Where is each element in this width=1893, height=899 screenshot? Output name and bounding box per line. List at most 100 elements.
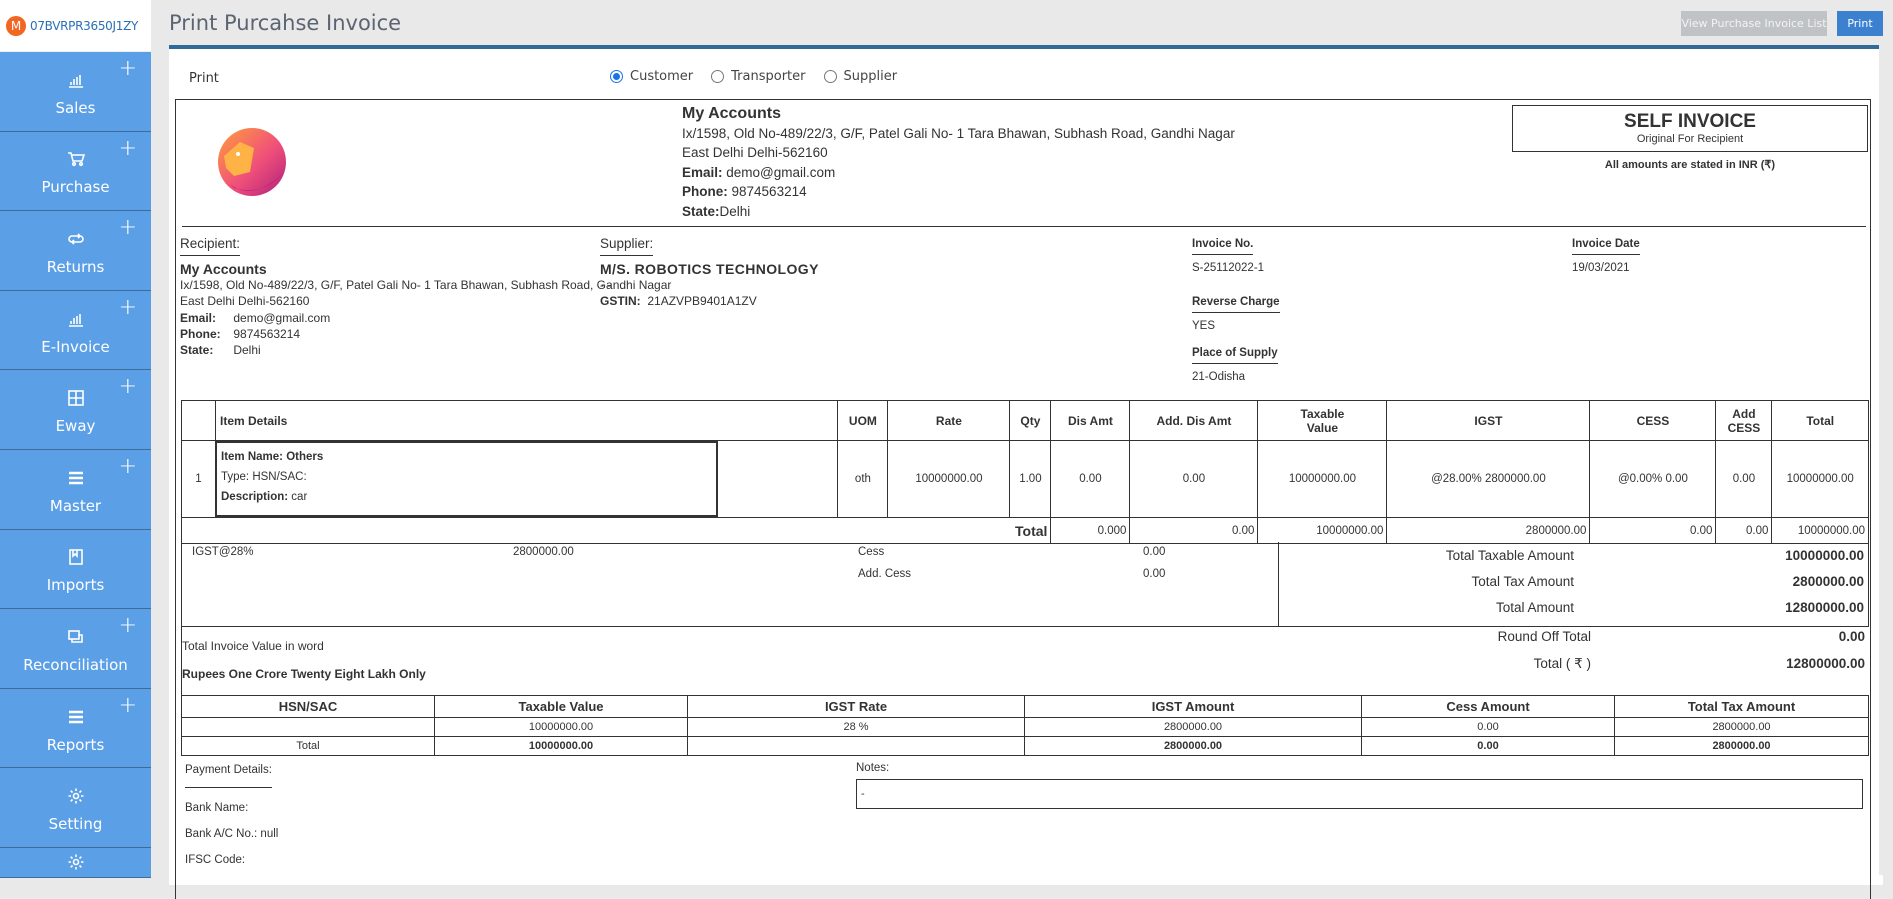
hsn-cell: 10000000.00: [434, 717, 688, 737]
recipient-phone: 9874563214: [233, 327, 301, 341]
total-taxable-value: 10000000.00: [1257, 517, 1388, 544]
sidebar-item-reconciliation[interactable]: Reconciliation +: [0, 609, 151, 689]
hsn-col-igst-amount: IGST Amount: [1024, 695, 1362, 718]
sidebar-item-sales[interactable]: Sales +: [0, 52, 151, 132]
add-cess-value: 0.00: [1143, 568, 1166, 580]
total-tax-value: 2800000.00: [1792, 574, 1864, 589]
tax-breakup: IGST@28% 2800000.00 Cess 0.00 Add. Cess …: [182, 542, 1279, 626]
reverse-charge: YES: [1192, 320, 1216, 332]
add-purchase-icon[interactable]: +: [119, 137, 137, 160]
cell-item-details: Item Name: Others Type: HSN/SAC: Descrip…: [215, 440, 719, 518]
user-profile[interactable]: M 07BVRPR3650J1ZY: [0, 0, 151, 52]
add-eway-icon[interactable]: +: [119, 376, 137, 398]
hsn-total-cell: 2800000.00: [1614, 736, 1869, 756]
add-sales-icon[interactable]: +: [119, 58, 137, 80]
phone-label: Phone:: [682, 184, 728, 199]
radio-label: Transporter: [731, 69, 806, 84]
add-reconciliation-icon[interactable]: +: [119, 615, 137, 637]
company-details: My Accounts Ix/1598, Old No-489/22/3, G/…: [682, 104, 1235, 221]
radio-supplier[interactable]: Supplier: [823, 69, 897, 84]
hsn-total-cell: [687, 736, 1025, 756]
add-returns-icon[interactable]: +: [119, 217, 137, 239]
add-reports-icon[interactable]: +: [119, 694, 137, 717]
hsn-col-hsn: HSN/SAC: [181, 695, 435, 718]
radio-customer[interactable]: Customer: [610, 69, 693, 84]
sidebar-item-label: Returns: [46, 257, 105, 276]
invoice-date: 19/03/2021: [1572, 262, 1630, 274]
sidebar-item-master[interactable]: Master +: [0, 450, 151, 530]
table-row: 1 Item Name: Others Type: HSN/SAC: Descr…: [181, 440, 1869, 518]
add-master-icon[interactable]: +: [119, 455, 137, 478]
hsn-col-cess-amount: Cess Amount: [1361, 695, 1615, 718]
col-total: Total: [1771, 400, 1869, 441]
invoice-date-block: Invoice Date 19/03/2021: [1572, 238, 1640, 274]
refresh-icon: [66, 229, 86, 249]
hsn-total-cell: 10000000.00: [434, 736, 688, 756]
place-of-supply-block: Place of Supply 21-Odisha: [1192, 347, 1278, 383]
radio-transporter[interactable]: Transporter: [711, 69, 806, 84]
bank-name: Bank Name:: [185, 802, 249, 814]
recipient-address-line1: Ix/1598, Old No-489/22/3, G/F, Patel Gal…: [180, 278, 672, 292]
menu-icon: [66, 468, 86, 488]
recipient-state: Delhi: [233, 343, 261, 357]
cell-total: 10000000.00: [1771, 440, 1869, 518]
sidebar-item-label: Eway: [55, 417, 96, 436]
view-purchase-invoice-list-button[interactable]: View Purchase Invoice List: [1681, 11, 1827, 36]
user-gstin[interactable]: 07BVRPR3650J1ZY: [30, 19, 138, 33]
col-add-dis-amt: Add. Dis Amt: [1129, 400, 1259, 441]
hsn-cell: [181, 717, 435, 737]
hsn-cell: 2800000.00: [1024, 717, 1362, 737]
recipient-heading: Recipient:: [180, 236, 241, 256]
copy-icon: [66, 627, 86, 647]
recipient-name: My Accounts: [180, 261, 267, 277]
gstin-label: GSTIN:: [600, 294, 641, 308]
sidebar-nav: Sales + Purchase + Returns + E-Invoice +…: [0, 52, 151, 878]
sidebar-item-imports[interactable]: Imports: [0, 530, 151, 610]
supplier-heading: Supplier:: [600, 236, 654, 256]
sidebar-item-label: Sales: [55, 98, 96, 117]
items-header-row: Item Details UOM Rate Qty Dis Amt Add. D…: [181, 400, 1869, 441]
total-add-dis-amt: 0.00: [1129, 517, 1259, 544]
sidebar-item-returns[interactable]: Returns +: [0, 211, 151, 291]
sidebar-item-setting[interactable]: Setting: [0, 768, 151, 848]
print-button[interactable]: Print: [1837, 11, 1883, 36]
radio-unselected-icon[interactable]: [711, 70, 725, 83]
place-of-supply-label: Place of Supply: [1192, 347, 1278, 364]
book-icon: [66, 547, 86, 567]
cess-value: 0.00: [1143, 546, 1166, 558]
sidebar-item-purchase[interactable]: Purchase +: [0, 132, 151, 212]
item-details-box: Item Name: Others Type: HSN/SAC: Descrip…: [215, 441, 718, 517]
invoice-no-label: Invoice No.: [1192, 238, 1254, 255]
total-igst: 2800000.00: [1386, 517, 1591, 544]
state-label: State:: [682, 203, 720, 219]
sidebar-item-more[interactable]: [0, 848, 151, 878]
amount-words-value: Rupees One Crore Twenty Eight Lakh Only: [182, 667, 426, 681]
cell-dis-amt: 0.00: [1050, 440, 1131, 518]
item-type: Type: HSN/SAC:: [221, 471, 307, 483]
invoice-number-block: Invoice No. S-25112022-1: [1192, 238, 1264, 274]
items-total-row: Total 0.000 0.00 10000000.00 2800000.00 …: [180, 517, 1869, 544]
item-name: Others: [286, 451, 324, 463]
tax-summary-block: IGST@28% 2800000.00 Cess 0.00 Add. Cess …: [181, 542, 1869, 627]
print-label: Print: [189, 71, 219, 86]
sidebar-item-e-invoice[interactable]: E-Invoice +: [0, 291, 151, 371]
sidebar-item-reports[interactable]: Reports +: [0, 689, 151, 769]
hsn-total-row: Total 10000000.00 2800000.00 0.00 280000…: [181, 736, 1869, 756]
total-dis-amt: 0.000: [1050, 517, 1131, 544]
add-e-invoice-icon[interactable]: +: [119, 296, 137, 319]
cell-taxable-value: 10000000.00: [1257, 440, 1388, 518]
radio-selected-icon[interactable]: [610, 70, 623, 83]
email-label: Email:: [180, 311, 217, 325]
radio-unselected-icon[interactable]: [823, 70, 837, 83]
sidebar-item-label: Reconciliation: [23, 655, 128, 674]
grand-total-value: 12800000.00: [1786, 656, 1865, 671]
cell-cess: @0.00% 0.00: [1589, 440, 1717, 518]
sidebar-item-eway[interactable]: Eway +: [0, 370, 151, 450]
cell-qty: 1.00: [1009, 440, 1052, 518]
col-sno: [181, 400, 216, 441]
total-cess: 0.00: [1589, 517, 1717, 544]
cell-spacer: [718, 440, 839, 518]
hsn-total-cell: Total: [181, 736, 435, 756]
cell-igst: @28.00% 2800000.00: [1386, 440, 1591, 518]
sidebar: M 07BVRPR3650J1ZY Sales + Purchase + Ret…: [0, 0, 151, 878]
